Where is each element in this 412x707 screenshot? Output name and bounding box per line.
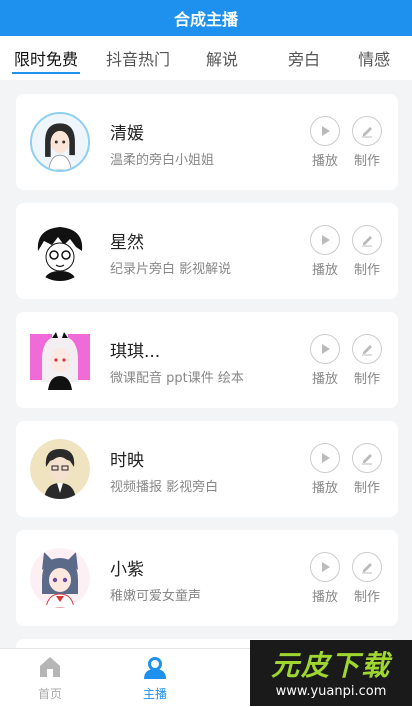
category-tabs: 限时免费 抖音热门 解说 旁白 情感 xyxy=(0,36,412,80)
anchor-description: 视频播报 影视旁白 xyxy=(110,480,219,495)
avatar xyxy=(30,112,90,172)
make-button[interactable]: 制作 xyxy=(350,443,384,496)
play-button[interactable]: 播放 xyxy=(308,334,342,387)
anchor-name: 时映 xyxy=(110,451,144,471)
anime-girl-white-hair-avatar-icon xyxy=(30,330,90,390)
anchor-description: 纪录片旁白 影视解说 xyxy=(110,262,232,277)
anchor-card[interactable]: 琪琪... 微课配音 ppt课件 绘本 播放 制作 xyxy=(16,312,398,408)
app-header: 合成主播 xyxy=(0,0,412,36)
play-button[interactable]: 播放 xyxy=(308,225,342,278)
edit-pencil-icon xyxy=(362,563,372,574)
tab-emotion[interactable]: 情感 xyxy=(348,36,400,80)
anime-girl-avatar-icon xyxy=(32,114,88,170)
nav-anchor[interactable]: 主播 xyxy=(115,655,195,702)
anchor-description: 稚嫩可爱女童声 xyxy=(110,589,202,604)
play-icon xyxy=(322,126,330,136)
anchor-name: 清媛 xyxy=(110,124,144,144)
anime-boy-glasses-avatar-icon xyxy=(30,221,90,281)
make-button[interactable]: 制作 xyxy=(350,552,384,605)
anchor-card[interactable]: 星然 纪录片旁白 影视解说 播放 制作 xyxy=(16,203,398,299)
avatar xyxy=(30,330,90,390)
anchor-description: 微课配音 ppt课件 绘本 xyxy=(110,371,244,386)
tab-douyin-hot[interactable]: 抖音热门 xyxy=(92,36,184,80)
tab-commentary[interactable]: 解说 xyxy=(184,36,260,80)
play-icon xyxy=(322,562,330,572)
play-icon xyxy=(322,344,330,354)
page-title: 合成主播 xyxy=(173,10,238,29)
play-icon xyxy=(322,453,330,463)
tab-free[interactable]: 限时免费 xyxy=(0,36,92,80)
anchor-list: 清媛 温柔的旁白小姐姐 播放 制作 星然 纪录片旁白 影视解说 播放 制作 琪琪… xyxy=(0,80,412,648)
nav-home[interactable]: 首页 xyxy=(10,655,90,702)
anchor-card[interactable]: 时映 视频播报 影视旁白 播放 制作 xyxy=(16,421,398,517)
anime-man-suit-avatar-icon xyxy=(30,439,90,499)
tab-narration[interactable]: 旁白 xyxy=(260,36,348,80)
anchor-description: 温柔的旁白小姐姐 xyxy=(110,153,215,168)
make-button[interactable]: 制作 xyxy=(350,225,384,278)
avatar xyxy=(30,548,90,608)
anchor-card[interactable]: 清媛 温柔的旁白小姐姐 播放 制作 xyxy=(16,94,398,190)
watermark-logo: 元皮下载 www.yuanpi.com xyxy=(250,640,412,706)
play-button[interactable]: 播放 xyxy=(308,443,342,496)
play-button[interactable]: 播放 xyxy=(308,116,342,169)
anime-cat-girl-avatar-icon xyxy=(30,548,90,608)
play-button[interactable]: 播放 xyxy=(308,552,342,605)
home-icon xyxy=(40,657,60,677)
make-button[interactable]: 制作 xyxy=(350,116,384,169)
anchor-card[interactable]: 小紫 稚嫩可爱女童声 播放 制作 xyxy=(16,530,398,626)
edit-pencil-icon xyxy=(362,236,372,247)
anchor-name: 星然 xyxy=(110,233,144,253)
anchor-user-icon xyxy=(144,657,166,679)
avatar xyxy=(30,221,90,281)
edit-pencil-icon xyxy=(362,454,372,465)
avatar xyxy=(30,439,90,499)
edit-pencil-icon xyxy=(362,127,372,138)
edit-pencil-icon xyxy=(362,345,372,356)
make-button[interactable]: 制作 xyxy=(350,334,384,387)
anchor-name: 琪琪... xyxy=(110,342,161,362)
play-icon xyxy=(322,235,330,245)
anchor-name: 小紫 xyxy=(110,560,144,580)
